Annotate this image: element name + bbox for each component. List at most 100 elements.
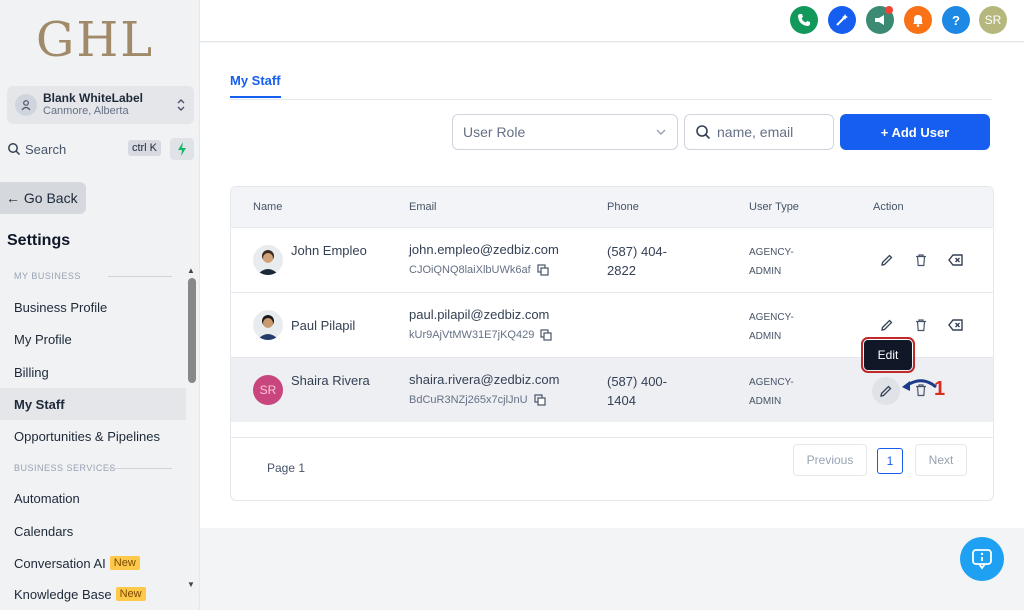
staff-email: shaira.rivera@zedbiz.com	[409, 372, 560, 387]
backspace-icon	[948, 254, 963, 266]
brand-logo[interactable]: GHL	[36, 12, 154, 68]
column-header: Phone	[607, 201, 639, 213]
chat-widget-button[interactable]	[960, 537, 1004, 581]
sidebar-item-billing[interactable]: Billing	[0, 356, 186, 388]
pencil-icon	[880, 385, 892, 397]
delete-button[interactable]	[909, 313, 933, 337]
table-header: Name Email Phone User Type Action	[231, 187, 993, 227]
notifications-button[interactable]	[904, 6, 932, 34]
sidebar-item-calendars[interactable]: Calendars	[0, 515, 186, 547]
divider	[108, 468, 172, 469]
column-header: Name	[253, 201, 283, 213]
location-name: Blank WhiteLabel	[43, 91, 144, 105]
page-footer-area	[200, 528, 1024, 610]
user-avatar[interactable]: SR	[979, 6, 1007, 34]
copy-icon[interactable]	[540, 329, 552, 341]
staff-user-type: AGENCY-ADMIN	[749, 247, 794, 277]
staff-id: CJOiQNQ8laiXlbUWk6af	[409, 264, 549, 276]
search-placeholder: name, email	[717, 124, 794, 140]
sidebar-scrollbar[interactable]	[188, 278, 196, 383]
remove-button[interactable]	[944, 313, 968, 337]
new-badge: New	[109, 556, 140, 570]
copy-icon[interactable]	[537, 264, 549, 276]
edit-button[interactable]	[875, 313, 899, 337]
help-icon: ?	[952, 12, 960, 28]
sidebar-item-my-profile[interactable]: My Profile	[0, 323, 186, 355]
previous-button[interactable]: Previous	[793, 444, 867, 476]
user-role-select[interactable]: User Role	[452, 114, 678, 150]
staff-search-input[interactable]: name, email	[684, 114, 834, 150]
go-back-button[interactable]: ← Go Back	[0, 182, 86, 214]
avatar	[253, 245, 283, 275]
delete-button[interactable]	[909, 248, 933, 272]
edit-tooltip: Edit	[861, 337, 915, 373]
chat-info-icon	[972, 549, 992, 570]
search-label: Search	[25, 141, 67, 157]
location-icon	[15, 94, 37, 116]
edit-button[interactable]	[872, 377, 900, 405]
settings-title: Settings	[7, 232, 71, 249]
add-user-button[interactable]: + Add User	[840, 114, 990, 150]
tab-divider	[230, 99, 992, 100]
sidebar-search[interactable]: Search ctrl K	[7, 138, 163, 160]
scroll-up-arrow-icon[interactable]: ▲	[187, 266, 195, 275]
sparkle-icon	[836, 14, 848, 26]
phone-button[interactable]	[790, 6, 818, 34]
new-badge: New	[115, 587, 146, 601]
sidebar-item-opportunities[interactable]: Opportunities & Pipelines	[0, 420, 186, 452]
edit-button[interactable]	[875, 248, 899, 272]
annotation-step-number: 1	[934, 378, 946, 400]
bell-icon	[913, 15, 923, 27]
trash-icon	[916, 319, 926, 332]
sidebar: GHL Blank WhiteLabel Canmore, Alberta Se…	[0, 0, 200, 610]
staff-name: John Empleo	[291, 243, 367, 258]
staff-id: BdCuR3NZj265x7cjlJnU	[409, 394, 546, 406]
next-button[interactable]: Next	[915, 444, 967, 476]
section-my-business: MY BUSINESS	[14, 271, 81, 281]
staff-id-value: BdCuR3NZj265x7cjlJnU	[409, 394, 528, 406]
pagination: Page 1 Previous 1 Next	[231, 437, 993, 500]
sidebar-item-my-staff[interactable]: My Staff	[0, 388, 186, 420]
staff-name: Shaira Rivera	[291, 373, 370, 388]
avatar: SR	[253, 375, 283, 405]
staff-email: paul.pilapil@zedbiz.com	[409, 307, 550, 322]
staff-email: john.empleo@zedbiz.com	[409, 242, 559, 257]
sidebar-item-label: Conversation AI	[14, 555, 106, 571]
divider	[108, 276, 172, 277]
lightning-icon	[178, 142, 186, 156]
sidebar-item-automation[interactable]: Automation	[0, 482, 186, 514]
magic-button[interactable]	[828, 6, 856, 34]
sidebar-item-label: Knowledge Base	[14, 586, 112, 602]
copy-icon[interactable]	[534, 394, 546, 406]
staff-phone: (587) 404-2822	[607, 244, 667, 278]
quick-actions-button[interactable]	[170, 138, 194, 160]
tab-my-staff[interactable]: My Staff	[230, 73, 281, 98]
staff-phone: (587) 400-1404	[607, 374, 667, 408]
page-number-button[interactable]: 1	[877, 448, 903, 474]
phone-icon	[798, 14, 810, 26]
location-address: Canmore, Alberta	[43, 105, 129, 117]
scroll-down-arrow-icon[interactable]: ▼	[187, 580, 195, 589]
search-icon	[8, 143, 21, 156]
staff-user-type: AGENCY-ADMIN	[749, 312, 794, 342]
staff-name: Paul Pilapil	[291, 318, 356, 333]
staff-id-value: kUr9AjVtMW31E7jKQ429	[409, 329, 535, 341]
column-header: Action	[873, 201, 904, 213]
main-content: My Staff User Role name, email + Add Use…	[200, 43, 1024, 528]
megaphone-icon	[875, 15, 884, 25]
trash-icon	[916, 254, 926, 267]
staff-id: kUr9AjVtMW31E7jKQ429	[409, 329, 552, 341]
help-button[interactable]: ?	[942, 6, 970, 34]
sidebar-item-conversation-ai[interactable]: Conversation AI New	[0, 547, 186, 579]
sidebar-item-business-profile[interactable]: Business Profile	[0, 291, 186, 323]
table-row[interactable]: John Empleo john.empleo@zedbiz.com CJOiQ…	[231, 227, 993, 292]
column-header: User Type	[749, 201, 799, 213]
sidebar-item-knowledge-base[interactable]: Knowledge Base New	[0, 578, 186, 610]
staff-user-type: AGENCY-ADMIN	[749, 377, 794, 407]
pencil-icon	[881, 319, 893, 331]
location-switcher[interactable]: Blank WhiteLabel Canmore, Alberta	[7, 86, 194, 124]
chevron-down-icon	[656, 129, 666, 135]
search-icon	[696, 125, 711, 140]
remove-button[interactable]	[944, 248, 968, 272]
announcements-button[interactable]	[866, 6, 894, 34]
